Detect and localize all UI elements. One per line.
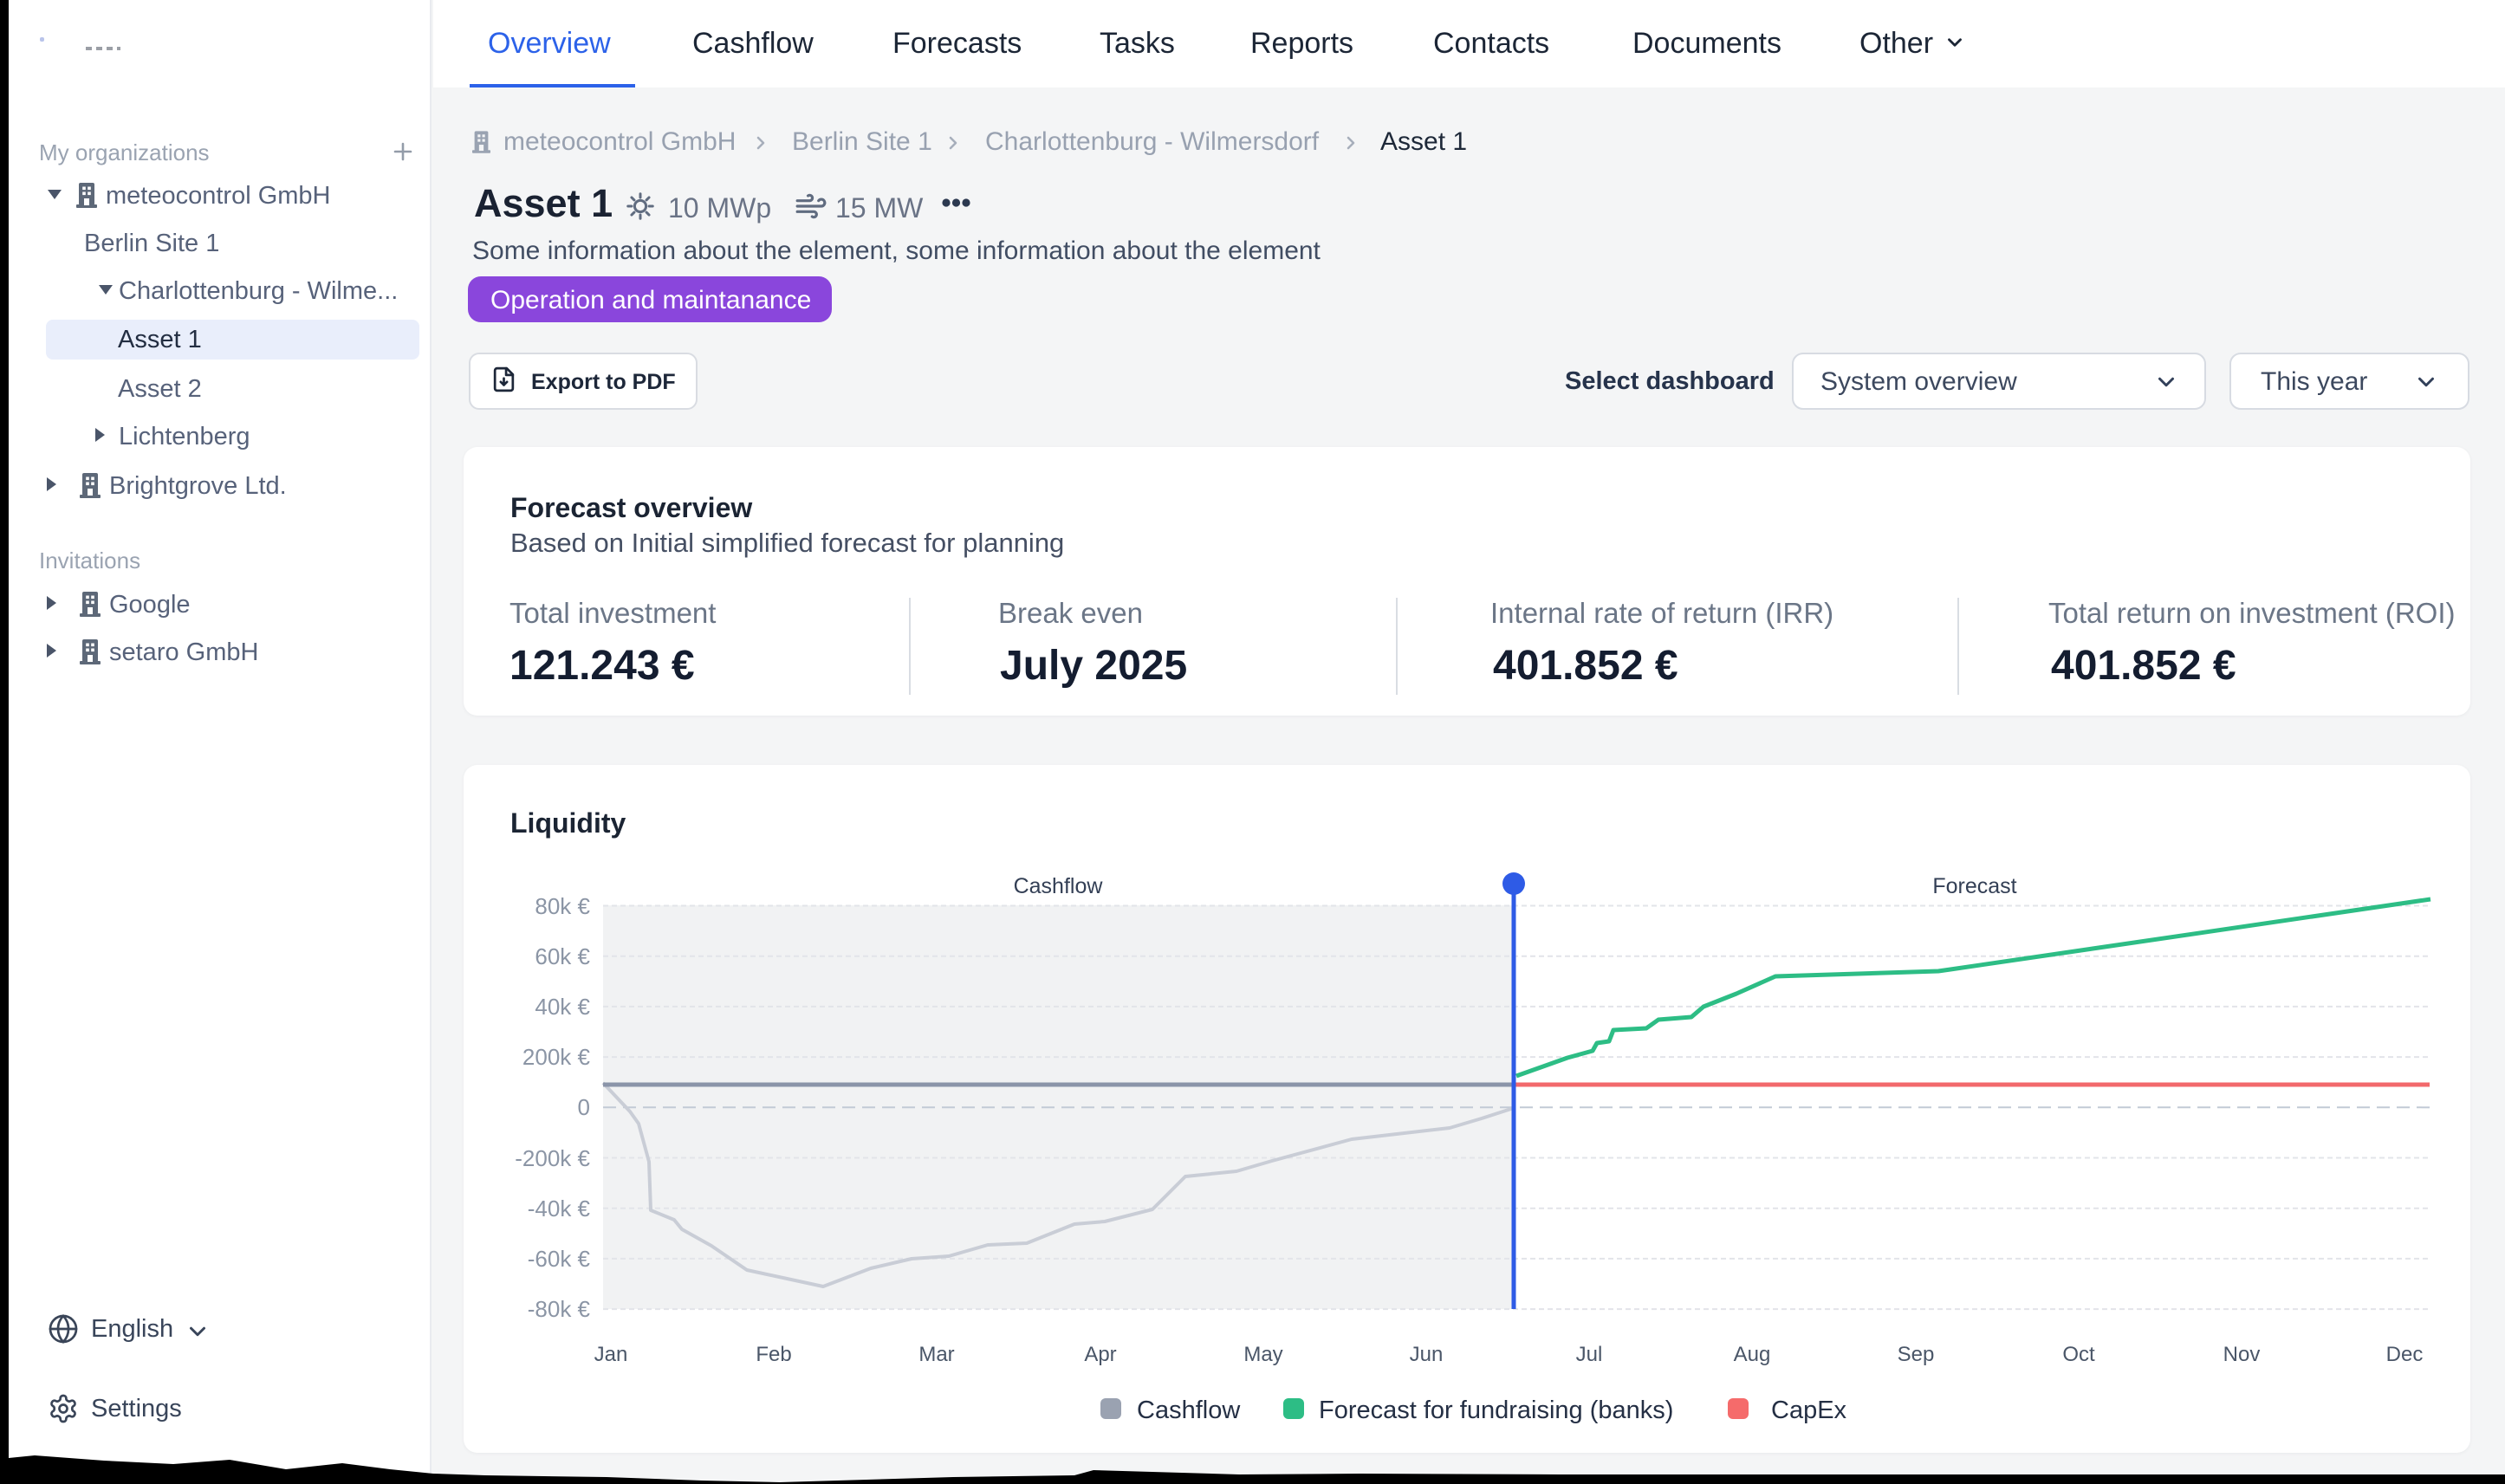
svg-text:80k €: 80k €	[535, 893, 590, 919]
svg-text:Sep: Sep	[1898, 1343, 1935, 1366]
svg-text:Nov: Nov	[2223, 1343, 2261, 1366]
svg-text:200k €: 200k €	[522, 1044, 591, 1070]
svg-text:Forecast for fundraising (bank: Forecast for fundraising (banks)	[1319, 1397, 1673, 1424]
svg-text:May: May	[1243, 1343, 1282, 1366]
svg-text:Jul: Jul	[1576, 1343, 1603, 1366]
svg-text:CapEx: CapEx	[1771, 1397, 1847, 1424]
svg-text:Cashflow: Cashflow	[1137, 1397, 1241, 1424]
svg-text:Apr: Apr	[1084, 1343, 1116, 1366]
svg-text:60k €: 60k €	[535, 943, 590, 969]
svg-text:-80k €: -80k €	[528, 1296, 591, 1322]
svg-text:Dec: Dec	[2386, 1343, 2424, 1366]
svg-text:-60k €: -60k €	[528, 1246, 591, 1272]
svg-text:Forecast: Forecast	[1932, 874, 2016, 898]
svg-text:Aug: Aug	[1734, 1343, 1771, 1366]
svg-text:Jun: Jun	[1410, 1343, 1444, 1366]
svg-text:0: 0	[578, 1094, 590, 1120]
svg-text:-200k €: -200k €	[515, 1145, 590, 1171]
svg-text:Mar: Mar	[918, 1343, 954, 1366]
svg-text:Cashflow: Cashflow	[1014, 874, 1104, 898]
svg-text:Feb: Feb	[756, 1343, 791, 1366]
svg-text:-40k €: -40k €	[528, 1196, 591, 1222]
svg-text:Oct: Oct	[2062, 1343, 2095, 1366]
svg-text:Jan: Jan	[594, 1343, 628, 1366]
svg-text:40k €: 40k €	[535, 994, 590, 1020]
